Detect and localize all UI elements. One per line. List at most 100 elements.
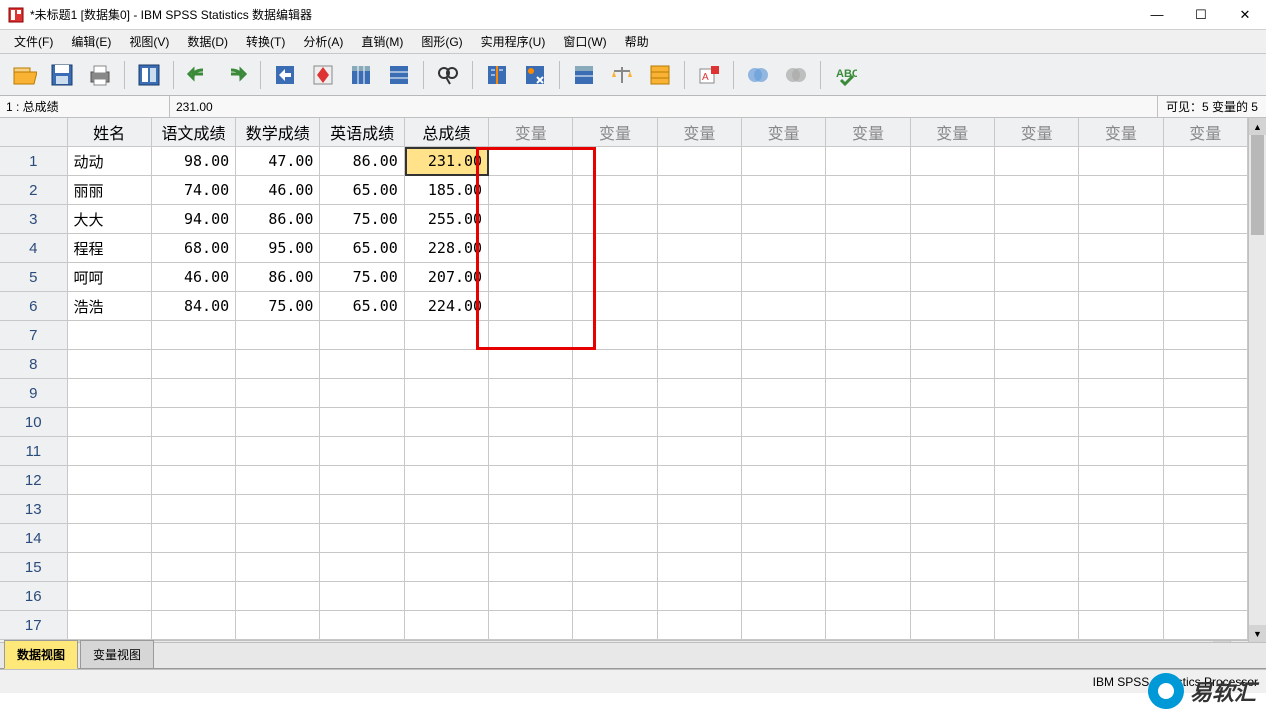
- data-cell-empty[interactable]: [742, 408, 826, 437]
- data-cell-empty[interactable]: [742, 466, 826, 495]
- data-cell-empty[interactable]: [489, 611, 573, 640]
- data-cell[interactable]: 呵呵: [68, 263, 152, 292]
- data-cell-empty[interactable]: [1079, 466, 1163, 495]
- data-cell-empty[interactable]: [1164, 437, 1248, 466]
- data-cell-empty[interactable]: [489, 234, 573, 263]
- data-cell[interactable]: 255.00: [405, 205, 489, 234]
- sets-blue-icon[interactable]: [742, 59, 774, 91]
- data-cell-empty[interactable]: [911, 205, 995, 234]
- data-cell-empty[interactable]: [489, 495, 573, 524]
- data-cell-empty[interactable]: [405, 611, 489, 640]
- data-cell-empty[interactable]: [1164, 495, 1248, 524]
- data-cell-empty[interactable]: [911, 495, 995, 524]
- data-cell-empty[interactable]: [68, 553, 152, 582]
- data-cell-empty[interactable]: [68, 524, 152, 553]
- row-header[interactable]: 14: [0, 524, 68, 553]
- row-header[interactable]: 10: [0, 408, 68, 437]
- data-cell-empty[interactable]: [68, 466, 152, 495]
- data-cell-empty[interactable]: [995, 263, 1079, 292]
- data-cell-empty[interactable]: [573, 437, 657, 466]
- data-cell-empty[interactable]: [995, 611, 1079, 640]
- data-cell[interactable]: 75.00: [320, 205, 404, 234]
- data-cell-empty[interactable]: [742, 437, 826, 466]
- data-cell-empty[interactable]: [995, 408, 1079, 437]
- data-cell-empty[interactable]: [1079, 611, 1163, 640]
- data-cell-empty[interactable]: [1164, 611, 1248, 640]
- data-cell-empty[interactable]: [320, 350, 404, 379]
- menu-marketing[interactable]: 直销(M): [353, 31, 411, 52]
- tab-variable-view[interactable]: 变量视图: [80, 640, 154, 669]
- data-cell-empty[interactable]: [489, 466, 573, 495]
- data-cell-empty[interactable]: [742, 350, 826, 379]
- data-cell-empty[interactable]: [320, 611, 404, 640]
- data-cell-empty[interactable]: [658, 292, 742, 321]
- column-header-empty[interactable]: 变量: [573, 118, 657, 147]
- data-cell-empty[interactable]: [742, 321, 826, 350]
- menu-analyze[interactable]: 分析(A): [295, 31, 351, 52]
- menu-help[interactable]: 帮助: [617, 31, 657, 52]
- data-cell-empty[interactable]: [405, 466, 489, 495]
- data-cell-empty[interactable]: [1164, 408, 1248, 437]
- data-cell-empty[interactable]: [489, 147, 573, 176]
- data-cell[interactable]: 46.00: [236, 176, 320, 205]
- goto-case-icon[interactable]: [269, 59, 301, 91]
- data-cell-empty[interactable]: [995, 292, 1079, 321]
- data-cell-empty[interactable]: [489, 176, 573, 205]
- column-header-empty[interactable]: 变量: [995, 118, 1079, 147]
- data-cell-empty[interactable]: [489, 408, 573, 437]
- data-cell-empty[interactable]: [658, 205, 742, 234]
- data-cell-empty[interactable]: [573, 582, 657, 611]
- menu-view[interactable]: 视图(V): [121, 31, 177, 52]
- balance-icon[interactable]: [606, 59, 638, 91]
- data-cell-empty[interactable]: [68, 379, 152, 408]
- data-cell-empty[interactable]: [826, 350, 910, 379]
- data-cell-empty[interactable]: [489, 350, 573, 379]
- data-cell-empty[interactable]: [405, 408, 489, 437]
- data-cell-empty[interactable]: [742, 611, 826, 640]
- save-icon[interactable]: [46, 59, 78, 91]
- data-cell-empty[interactable]: [658, 379, 742, 408]
- data-cell-empty[interactable]: [995, 350, 1079, 379]
- data-cell-empty[interactable]: [742, 553, 826, 582]
- data-cell-empty[interactable]: [573, 553, 657, 582]
- data-cell-empty[interactable]: [489, 321, 573, 350]
- data-cell[interactable]: 65.00: [320, 234, 404, 263]
- minimize-button[interactable]: —: [1144, 5, 1170, 25]
- data-cell-empty[interactable]: [152, 321, 236, 350]
- data-cell[interactable]: 浩浩: [68, 292, 152, 321]
- data-cell-empty[interactable]: [995, 466, 1079, 495]
- data-cell-empty[interactable]: [236, 379, 320, 408]
- data-cell-empty[interactable]: [1164, 553, 1248, 582]
- recall-dialog-icon[interactable]: [133, 59, 165, 91]
- data-cell-empty[interactable]: [742, 205, 826, 234]
- data-cell-empty[interactable]: [489, 437, 573, 466]
- value-labels-icon[interactable]: [644, 59, 676, 91]
- data-cell-empty[interactable]: [826, 321, 910, 350]
- data-cell-empty[interactable]: [152, 582, 236, 611]
- spellcheck-icon[interactable]: ABC: [829, 59, 861, 91]
- row-header[interactable]: 2: [0, 176, 68, 205]
- data-cell-empty[interactable]: [152, 466, 236, 495]
- data-cell-empty[interactable]: [152, 408, 236, 437]
- column-header-empty[interactable]: 变量: [911, 118, 995, 147]
- data-cell-empty[interactable]: [911, 408, 995, 437]
- goto-variable-icon[interactable]: [307, 59, 339, 91]
- data-cell-empty[interactable]: [826, 379, 910, 408]
- data-cell[interactable]: 228.00: [405, 234, 489, 263]
- data-cell-empty[interactable]: [573, 408, 657, 437]
- data-cell-empty[interactable]: [742, 263, 826, 292]
- data-cell-empty[interactable]: [911, 234, 995, 263]
- data-cell[interactable]: 程程: [68, 234, 152, 263]
- data-cell-empty[interactable]: [405, 495, 489, 524]
- scroll-up-icon[interactable]: ▲: [1249, 118, 1266, 135]
- data-cell-empty[interactable]: [68, 495, 152, 524]
- data-cell-empty[interactable]: [911, 437, 995, 466]
- data-cell-empty[interactable]: [911, 147, 995, 176]
- scroll-down-icon[interactable]: ▼: [1249, 625, 1266, 642]
- data-cell-empty[interactable]: [1164, 379, 1248, 408]
- data-cell-empty[interactable]: [742, 176, 826, 205]
- data-cell-empty[interactable]: [1079, 524, 1163, 553]
- column-header-empty[interactable]: 变量: [658, 118, 742, 147]
- data-cell-empty[interactable]: [658, 437, 742, 466]
- data-cell[interactable]: 47.00: [236, 147, 320, 176]
